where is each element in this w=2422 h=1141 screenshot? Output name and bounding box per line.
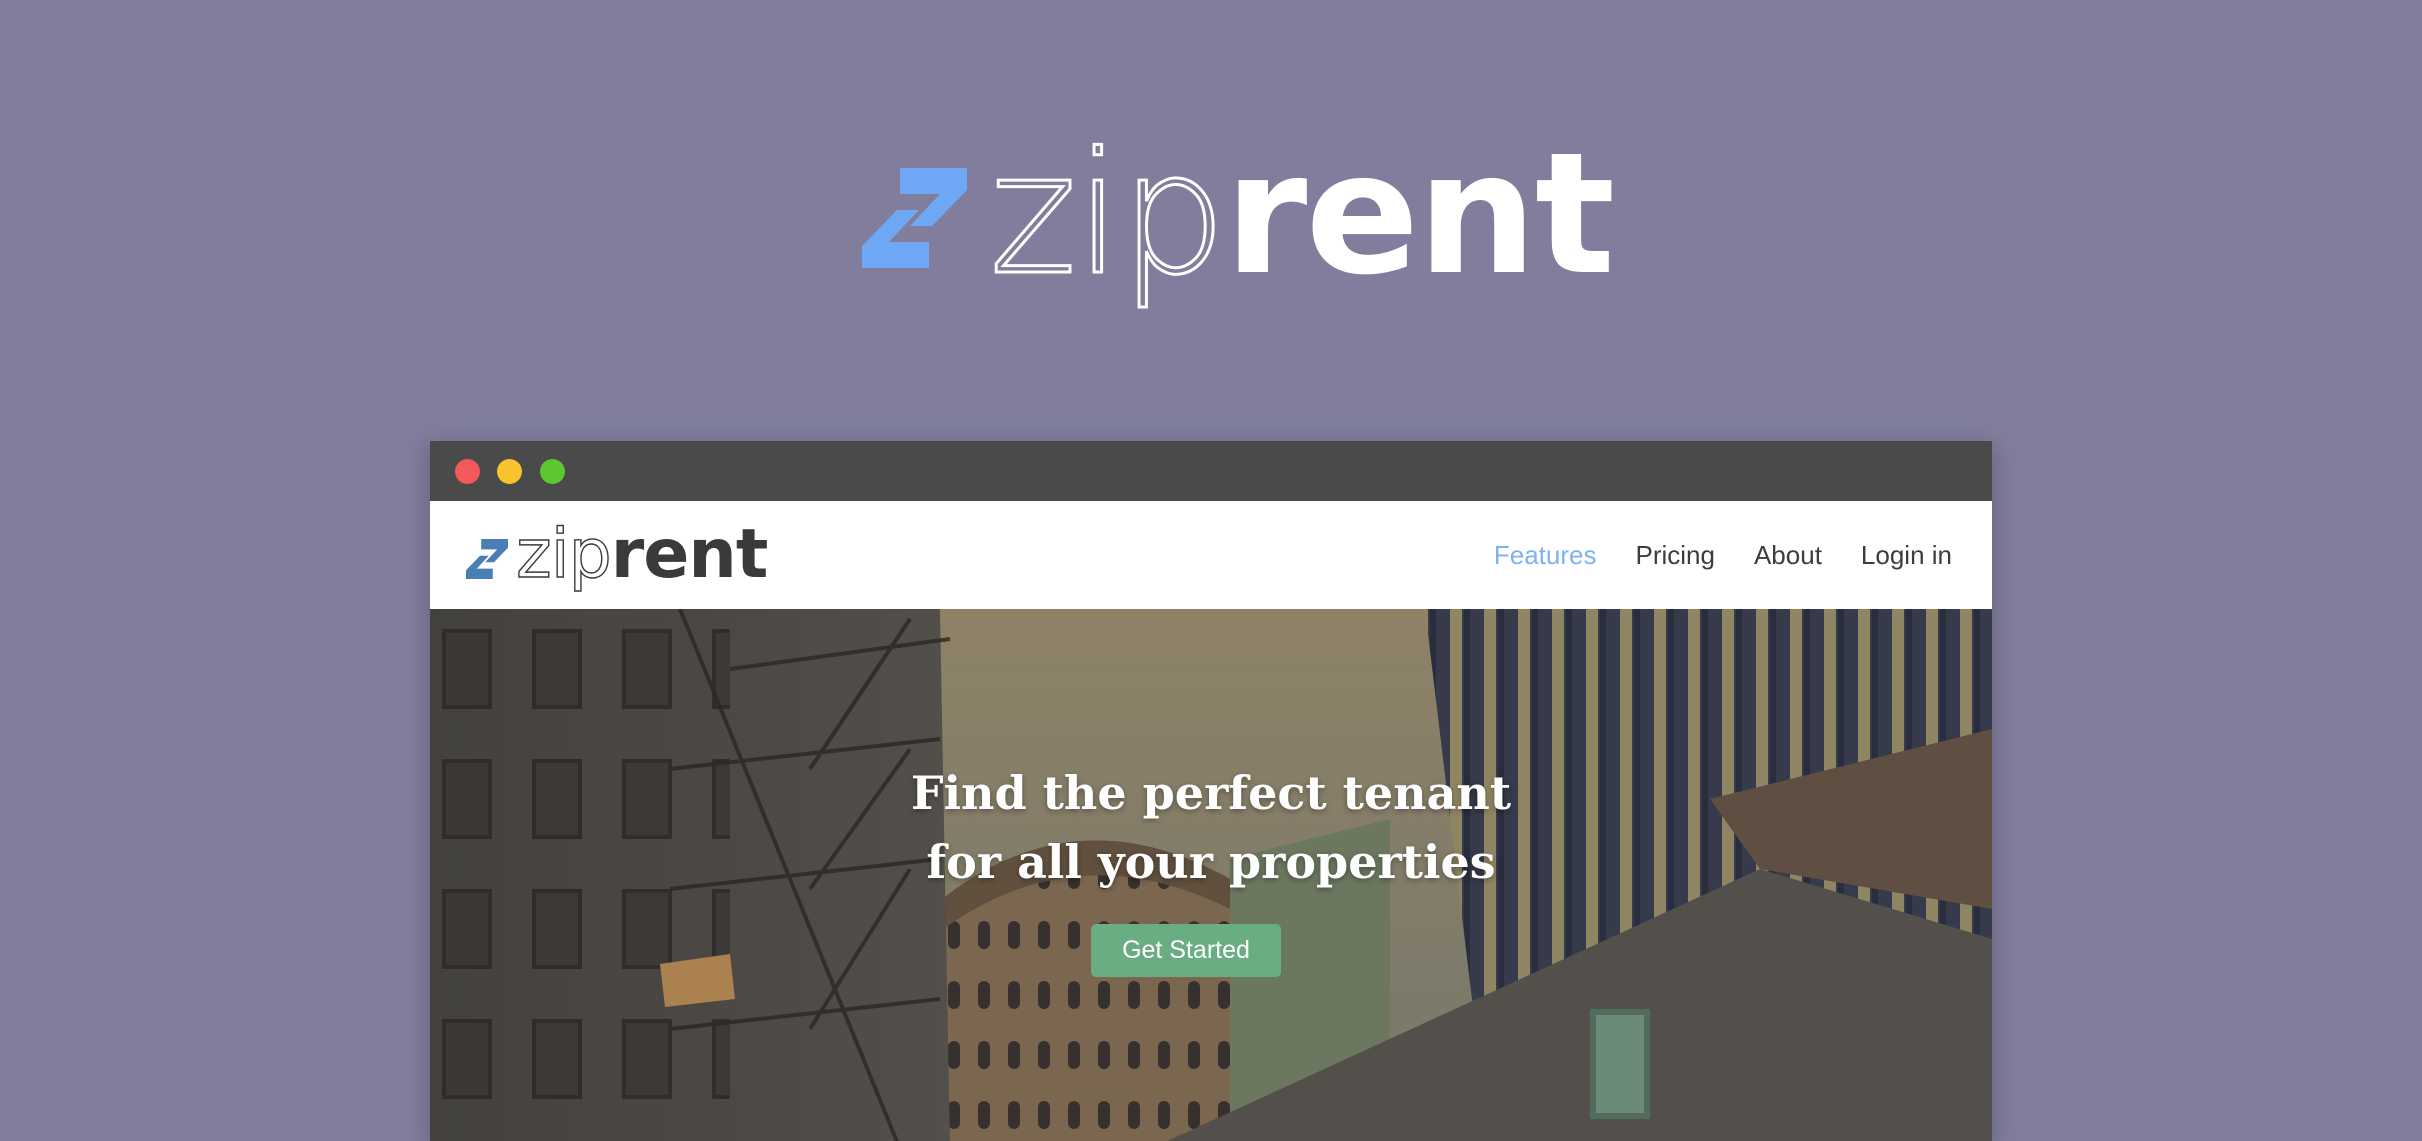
get-started-button[interactable]: Get Started <box>1091 924 1281 977</box>
ziprent-arrows-icon <box>862 168 967 268</box>
hero-logo: ziprent <box>862 129 1616 310</box>
hero-headline-line-1: Find the perfect tenant <box>910 766 1512 820</box>
hero-logo-wordmark: ziprent <box>988 129 1616 300</box>
site-navbar: ziprent Features Pricing About Login in <box>430 501 1992 609</box>
hero-headline: Find the perfect tenant for all your pro… <box>430 759 1992 897</box>
nav-link-about[interactable]: About <box>1754 540 1822 571</box>
nav-logo-bold: rent <box>610 515 769 594</box>
nav-link-login[interactable]: Login in <box>1861 540 1952 571</box>
hero-logo-bold: rent <box>1224 116 1616 312</box>
hero-section: Find the perfect tenant for all your pro… <box>430 609 1992 1141</box>
nav-logo-light: zip <box>515 515 612 594</box>
close-window-button[interactable] <box>455 459 480 484</box>
minimize-window-button[interactable] <box>497 459 522 484</box>
nav-logo-wordmark: ziprent <box>515 520 768 589</box>
hero-headline-line-2: for all your properties <box>926 835 1496 889</box>
nav-link-features[interactable]: Features <box>1494 540 1597 571</box>
maximize-window-button[interactable] <box>540 459 565 484</box>
ziprent-arrows-icon <box>466 539 508 579</box>
nav-links: Features Pricing About Login in <box>1494 501 1952 609</box>
browser-window: ziprent Features Pricing About Login in <box>430 441 1992 1141</box>
nav-logo[interactable]: ziprent <box>466 520 768 589</box>
nav-link-pricing[interactable]: Pricing <box>1635 540 1714 571</box>
hero-logo-light: zip <box>988 116 1228 312</box>
browser-titlebar <box>430 441 1992 501</box>
